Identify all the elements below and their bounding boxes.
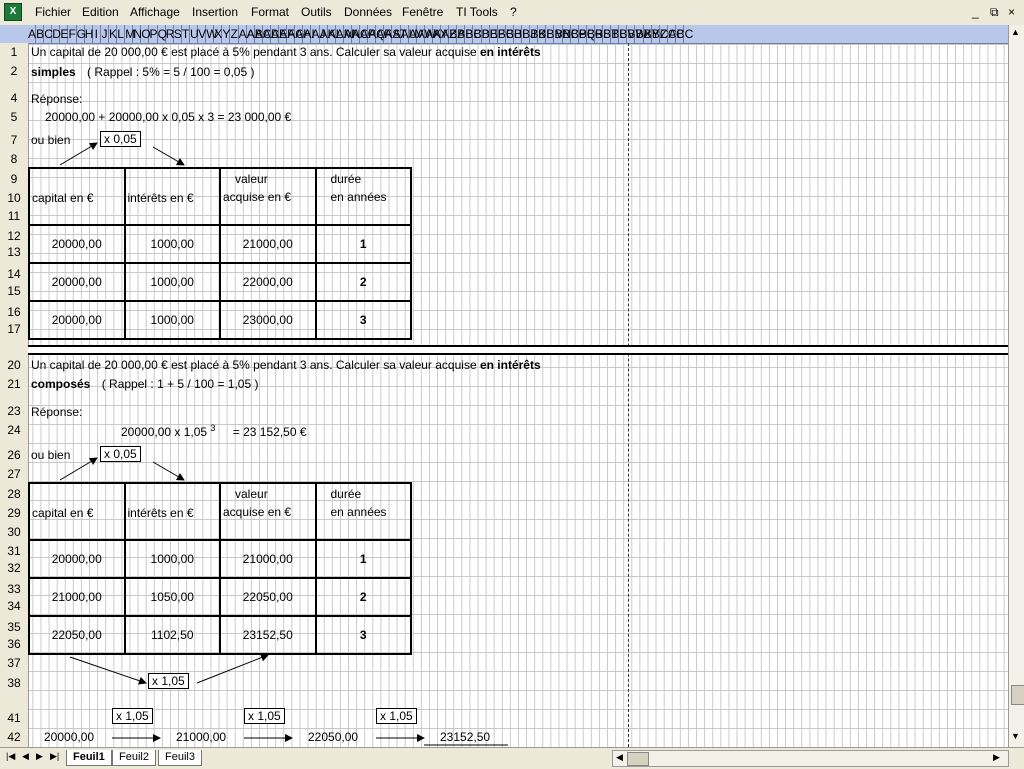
next-sheet-icon[interactable]: ▶ xyxy=(36,751,43,762)
scroll-down-icon[interactable]: ▼ xyxy=(1011,731,1020,741)
menu-fenetre[interactable]: Fenêtre xyxy=(402,5,443,19)
arrow xyxy=(196,653,269,684)
arrow xyxy=(59,457,98,481)
minimize-button[interactable]: _ xyxy=(972,5,979,19)
scrollbar-thumb[interactable] xyxy=(627,752,649,766)
scroll-up-icon[interactable]: ▲ xyxy=(1011,27,1020,37)
arrow xyxy=(152,461,185,481)
tab-feuil1[interactable]: Feuil1 xyxy=(66,750,112,766)
tab-feuil2[interactable]: Feuil2 xyxy=(112,750,156,766)
menu-edition[interactable]: Edition xyxy=(82,5,119,19)
menu-outils[interactable]: Outils xyxy=(301,5,332,19)
menu-ti-tools[interactable]: TI Tools xyxy=(456,5,498,19)
menu-affichage[interactable]: Affichage xyxy=(130,5,180,19)
horizontal-scrollbar[interactable]: ◀ ▶ xyxy=(612,750,1009,767)
menu-format[interactable]: Format xyxy=(251,5,289,19)
arrow xyxy=(69,656,147,685)
arrow xyxy=(152,146,185,166)
menu-insertion[interactable]: Insertion xyxy=(192,5,238,19)
menu-fichier[interactable]: Fichier xyxy=(35,5,71,19)
prev-sheet-icon[interactable]: ◀ xyxy=(22,751,29,762)
last-sheet-icon[interactable]: ▶| xyxy=(50,751,59,762)
worksheet-grid[interactable]: A B C D E F G H I J K L M N O P Q R S T U V W X Y Z AA AB AC AD AE AF AG… xyxy=(0,25,1008,747)
scroll-right-icon[interactable]: ▶ xyxy=(993,752,1000,763)
scrollbar-thumb[interactable] xyxy=(1011,685,1024,705)
arrows-layer xyxy=(59,142,508,746)
scroll-left-icon[interactable]: ◀ xyxy=(616,752,623,763)
menu-bar: X Fichier Edition Affichage Insertion Fo… xyxy=(0,0,1024,25)
close-button[interactable]: × xyxy=(1008,5,1015,19)
restore-button[interactable]: ⧉ xyxy=(990,5,999,20)
tab-feuil3[interactable]: Feuil3 xyxy=(158,750,202,766)
first-sheet-icon[interactable]: |◀ xyxy=(6,751,15,762)
menu-donnees[interactable]: Données xyxy=(344,5,392,19)
excel-app-icon[interactable]: X xyxy=(4,3,22,21)
vertical-scrollbar[interactable]: ▲ ▼ xyxy=(1008,25,1024,747)
sheet-tab-bar: |◀ ◀ ▶ ▶| Feuil1 Feuil2 Feuil3 ◀ ▶ xyxy=(0,747,1024,769)
arrow xyxy=(59,142,98,166)
menu-help[interactable]: ? xyxy=(510,5,517,19)
